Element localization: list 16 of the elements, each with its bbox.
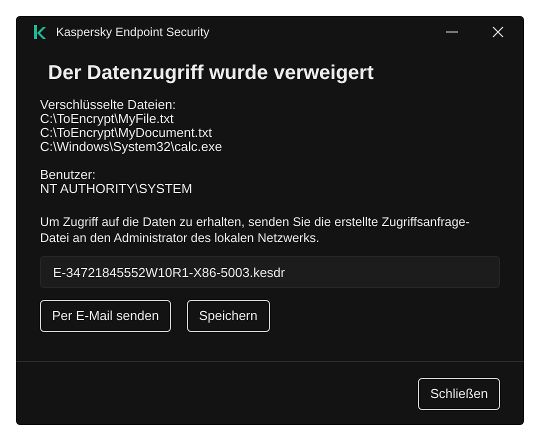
close-icon	[492, 26, 504, 38]
section-value: C:\Windows\System32\calc.exe	[40, 140, 224, 154]
window-title: Kaspersky Endpoint Security	[56, 24, 210, 41]
action-button[interactable]: Per E-Mail senden	[40, 300, 171, 332]
file-name-field[interactable]: E-34721845552W10R1-X86-5003.kesdr	[40, 256, 500, 288]
dialog-heading: Der Datenzugriff wurde verweigert	[47, 61, 375, 86]
logo-icon	[34, 25, 46, 39]
close-dialog-button[interactable]: Schließen	[418, 378, 500, 410]
action-button[interactable]: Speichern	[186, 300, 270, 332]
section-value: C:\ToEncrypt\MyFile.txt	[40, 112, 175, 126]
section-label: Benutzer:	[40, 168, 97, 182]
instruction-text: Um Zugriff auf die Daten zu erhalten, senden Sie die erstellte Zugriffsanfrage-Datei an den Administrator des lokalen Netzwerks.	[40, 214, 471, 246]
section-value: NT AUTHORITY\SYSTEM	[40, 182, 194, 196]
section-label: Verschlüsselte Dateien:	[40, 98, 177, 112]
section-value: C:\ToEncrypt\MyDocument.txt	[40, 126, 213, 140]
minimize-icon	[446, 31, 458, 33]
